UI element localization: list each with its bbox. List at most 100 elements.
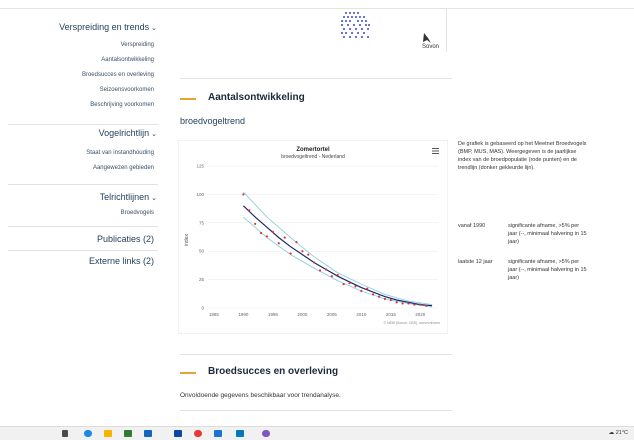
- sidebar-link-externe-links[interactable]: Externe links (2): [89, 256, 154, 266]
- index-point: [425, 304, 428, 307]
- index-point: [401, 302, 404, 305]
- index-point: [295, 241, 298, 244]
- file-explorer-icon[interactable]: [104, 430, 112, 437]
- edge-browser-icon[interactable]: [84, 430, 92, 437]
- sidebar-heading-telrichtlijnen[interactable]: Telrichtlijnen ⌄: [100, 192, 157, 202]
- chart-frame: [178, 140, 448, 334]
- index-point: [354, 285, 357, 288]
- index-point: [313, 261, 316, 264]
- significance-period: vanaf 1990: [458, 223, 486, 229]
- chrome-icon[interactable]: [194, 430, 202, 437]
- section-divider: [180, 354, 452, 355]
- sidebar-item-aantalsontwikkeling[interactable]: Aantalsontwikkeling: [101, 57, 154, 63]
- index-point: [413, 303, 416, 306]
- header-divider: [0, 8, 634, 9]
- app-icon[interactable]: [174, 430, 182, 437]
- sidebar-heading-vogelrichtlijn[interactable]: Vogelrichtlijn ⌄: [99, 128, 157, 138]
- index-point: [307, 253, 310, 256]
- index-point: [283, 236, 286, 239]
- section-divider: [180, 78, 452, 79]
- index-point: [348, 281, 351, 285]
- index-point: [419, 303, 422, 306]
- sidebar-item-seizoensvoorkomen[interactable]: Seizoensvoorkomen: [100, 87, 154, 93]
- section-title-aantalsontwikkeling: Aantalsontwikkeling: [208, 92, 305, 103]
- cloud-icon: ☁: [608, 430, 615, 436]
- y-tick-label: 125: [196, 164, 204, 169]
- x-tick-label: 2020: [415, 312, 426, 317]
- sidebar-link-publicaties[interactable]: Publicaties (2): [97, 234, 154, 244]
- index-point: [265, 235, 269, 238]
- index-point: [336, 273, 339, 277]
- x-tick-label: 1990: [238, 312, 249, 317]
- weather-widget[interactable]: ☁ 21°C: [609, 430, 628, 436]
- x-tick-label: 1985: [209, 312, 220, 317]
- sidebar-divider: [8, 124, 158, 125]
- sidebar-item-beschrijving[interactable]: Beschrijving voorkomen: [90, 102, 154, 108]
- sidebar-heading-verspreiding[interactable]: Verspreiding en trends ⌄: [59, 22, 157, 32]
- store-icon[interactable]: [124, 430, 132, 437]
- significance-value: significante afname, >5% per jaar (--, m…: [508, 223, 587, 245]
- chart-credit: © NEM (Sovon, CBS), sovon.nl/nem: [384, 321, 441, 325]
- sidebar-item-staat-van-instandhouding[interactable]: Staat van instandhouding: [86, 150, 154, 156]
- taskbar: ☁ 21°C: [0, 426, 634, 440]
- chevron-down-icon: ⌄: [151, 195, 157, 202]
- y-tick-label: 100: [196, 192, 204, 197]
- index-point: [289, 252, 292, 255]
- sidebar-item-broedsucces[interactable]: Broedsucces en overleving: [82, 72, 154, 78]
- app-icon[interactable]: [236, 430, 244, 437]
- sovon-logo[interactable]: Sovon: [422, 44, 439, 50]
- sidebar-divider: [8, 226, 158, 227]
- y-tick-label: 50: [199, 249, 205, 254]
- section-title-broedsucces: Broedsucces en overleving: [208, 366, 339, 377]
- sovon-bird-icon: [423, 33, 431, 43]
- distribution-map-thumbnail[interactable]: [338, 10, 372, 42]
- y-tick-label: 75: [199, 220, 205, 225]
- index-point: [242, 193, 245, 196]
- index-point: [372, 293, 375, 296]
- index-point: [395, 301, 398, 304]
- no-data-message: Onvoldoende gegevens beschikbaar voor tr…: [180, 392, 341, 399]
- index-point: [383, 297, 387, 301]
- sidebar-item-verspreiding[interactable]: Verspreiding: [121, 42, 154, 48]
- trend-chart: Zomertortel broedvogeltrend - Nederland …: [178, 140, 448, 334]
- index-point: [277, 242, 280, 245]
- significance-row: vanaf 1990 significante afname, >5% per …: [458, 222, 588, 258]
- index-point: [389, 298, 392, 302]
- section-accent-dash: [180, 372, 196, 374]
- chart-subtitle: broedvogeltrend - Nederland: [281, 154, 345, 160]
- subtitle-broedvogeltrend: broedvogeltrend: [180, 116, 246, 126]
- app-icon[interactable]: [262, 430, 270, 437]
- sidebar-divider: [8, 184, 158, 185]
- index-point: [407, 302, 410, 305]
- x-tick-label: 2015: [386, 312, 397, 317]
- index-point: [254, 222, 257, 226]
- x-tick-label: 1995: [268, 312, 279, 317]
- chart-title: Zomertortel: [296, 147, 330, 153]
- sidebar-item-broedvogels[interactable]: Broedvogels: [121, 210, 154, 216]
- index-point: [259, 231, 263, 235]
- x-tick-label: 2010: [356, 312, 367, 317]
- section-accent-dash: [180, 98, 196, 100]
- significance-row: laatste 12 jaar significante afname, >5%…: [458, 258, 588, 294]
- index-point: [330, 275, 333, 278]
- index-point: [248, 209, 251, 212]
- sidebar-item-aangewezen-gebieden[interactable]: Aangewezen gebieden: [93, 165, 154, 171]
- section-divider: [180, 410, 452, 411]
- significance-period: laatste 12 jaar: [458, 259, 493, 265]
- y-tick-label: 25: [199, 277, 205, 282]
- chevron-down-icon: ⌄: [151, 25, 157, 32]
- index-point: [366, 287, 369, 290]
- index-point: [318, 269, 322, 272]
- x-tick-label: 2005: [327, 312, 338, 317]
- app-icon[interactable]: [214, 430, 222, 437]
- mail-icon[interactable]: [144, 430, 152, 437]
- chevron-down-icon: ⌄: [151, 131, 157, 138]
- index-point: [271, 230, 274, 233]
- sidebar-divider: [8, 250, 158, 251]
- task-view-icon[interactable]: [62, 430, 68, 437]
- chart-menu-button[interactable]: [430, 146, 440, 156]
- index-point: [377, 295, 381, 298]
- index-point: [324, 268, 328, 271]
- chart-description: De grafiek is gebaseerd op het Meetnet B…: [458, 141, 587, 171]
- index-point: [360, 289, 363, 293]
